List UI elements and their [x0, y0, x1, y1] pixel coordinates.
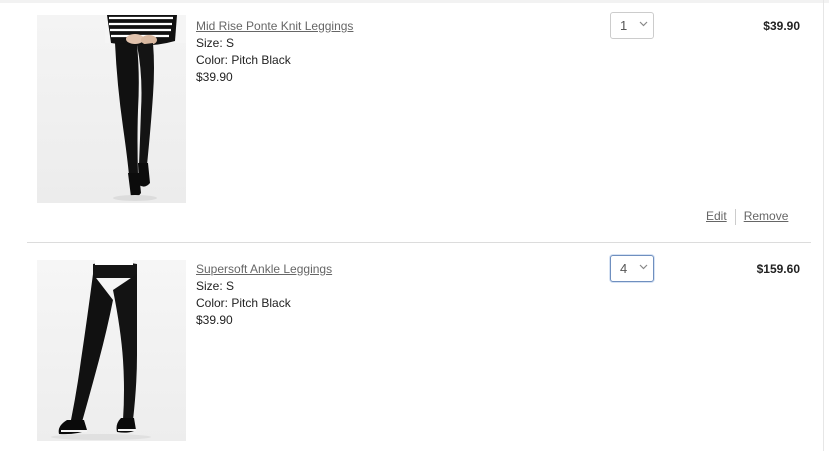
line-total: $39.90 [763, 19, 800, 33]
product-image[interactable] [37, 15, 186, 203]
remove-link[interactable]: Remove [744, 209, 789, 223]
product-name-link[interactable]: Mid Rise Ponte Knit Leggings [196, 18, 353, 35]
product-price: $39.90 [196, 313, 233, 327]
action-divider [734, 209, 736, 225]
product-size: Size: S [196, 36, 235, 50]
quantity-select[interactable]: 1 [610, 12, 654, 39]
leggings-photo [105, 15, 186, 201]
line-total: $159.60 [756, 262, 800, 276]
item-actions: Edit Remove [706, 209, 788, 225]
chevron-down-icon [639, 21, 648, 27]
edit-link[interactable]: Edit [706, 209, 727, 223]
product-color: Color: Pitch Black [196, 296, 291, 310]
chevron-down-icon [639, 264, 648, 270]
quantity-value: 1 [620, 18, 628, 33]
product-color: Color: Pitch Black [196, 53, 291, 67]
quantity-select[interactable]: 4 [610, 255, 654, 282]
quantity-value: 4 [620, 261, 628, 276]
leggings-photo [51, 260, 151, 440]
product-info: Supersoft Ankle Leggings Size: S Color: … [196, 261, 332, 329]
product-size: Size: S [196, 279, 235, 293]
product-image[interactable] [37, 260, 186, 441]
product-info: Mid Rise Ponte Knit Leggings Size: S Col… [196, 18, 353, 86]
cart-item: Supersoft Ankle Leggings Size: S Color: … [0, 243, 829, 451]
cart-item: Mid Rise Ponte Knit Leggings Size: S Col… [0, 0, 829, 243]
product-name-link[interactable]: Supersoft Ankle Leggings [196, 261, 332, 278]
product-price: $39.90 [196, 70, 233, 84]
